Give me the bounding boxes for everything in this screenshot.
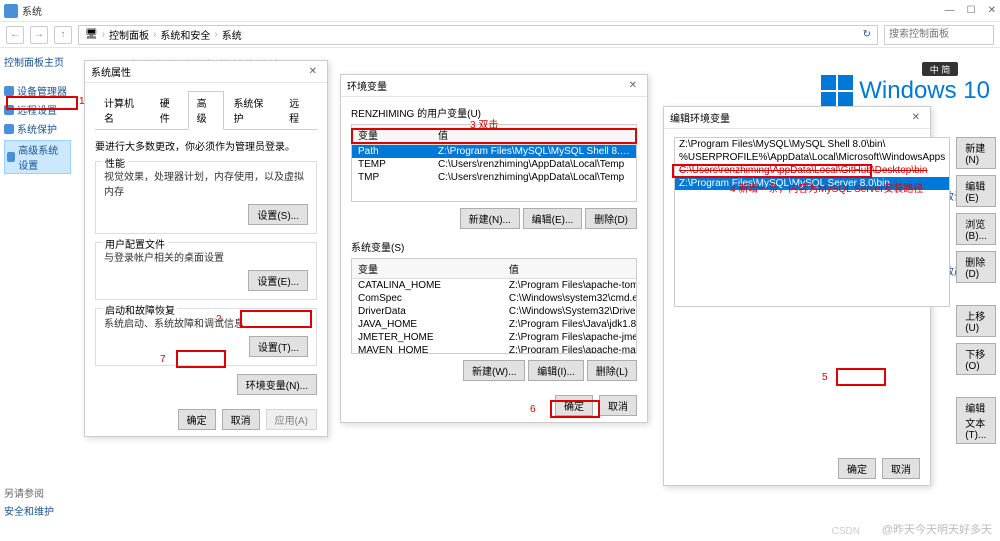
sys-vars-list[interactable]: 变量值 CATALINA_HOMEZ:\Program Files\apache… <box>351 258 637 354</box>
env-vars-button[interactable]: 环境变量(N)... <box>237 374 317 395</box>
shield-icon <box>7 152 15 162</box>
search-input[interactable] <box>884 25 994 45</box>
ok-button[interactable]: 确定 <box>178 409 216 430</box>
breadcrumb[interactable]: 🖥› 控制面板› 系统和安全› 系统 ↻ <box>78 25 878 45</box>
windows-icon <box>821 75 853 107</box>
shield-icon <box>4 105 14 115</box>
minimize-icon[interactable]: — <box>945 5 955 16</box>
env-vars-dialog: 环境变量 ✕ RENZHIMING 的用户变量(U) 变量值 PathZ:\Pro… <box>340 74 648 423</box>
table-row[interactable]: MAVEN_HOMEZ:\Program Files\apache-maven-… <box>352 344 637 354</box>
security-link[interactable]: 安全和维护 <box>4 503 54 518</box>
sidebar-item-remote[interactable]: 远程设置 <box>4 102 71 117</box>
tab-advanced[interactable]: 高级 <box>188 91 225 130</box>
cancel-button[interactable]: 取消 <box>882 458 920 479</box>
user-new-button[interactable]: 新建(N)... <box>460 208 520 229</box>
list-item[interactable]: %USERPROFILE%\AppData\Local\Microsoft\Wi… <box>675 151 949 164</box>
perf-group: 性能 视觉效果，处理器计划，内存使用，以及虚拟内存 设置(S)... <box>95 161 317 234</box>
table-row[interactable]: TEMPC:\Users\renzhiming\AppData\Local\Te… <box>352 158 636 171</box>
path-new-button[interactable]: 新建(N) <box>956 137 996 169</box>
edit-path-dialog: 编辑环境变量✕ Z:\Program Files\MySQL\MySQL She… <box>663 106 931 486</box>
nav-back-icon[interactable]: ← <box>6 26 24 44</box>
see-also-label: 另请参阅 <box>4 485 54 500</box>
nav-up-icon[interactable]: ↑ <box>54 26 72 44</box>
path-up-button[interactable]: 上移(U) <box>956 305 996 337</box>
cancel-button[interactable]: 取消 <box>222 409 260 430</box>
user-del-button[interactable]: 删除(D) <box>585 208 637 229</box>
table-row[interactable]: JMETER_HOMEZ:\Program Files\apache-jmete… <box>352 331 637 344</box>
window-titlebar: 系统 — ☐ ✕ <box>0 0 1000 22</box>
sidebar-item-advanced[interactable]: 高级系统设置 <box>4 140 71 174</box>
profiles-group: 用户配置文件 与登录帐户相关的桌面设置 设置(E)... <box>95 242 317 300</box>
user-edit-button[interactable]: 编辑(E)... <box>523 208 583 229</box>
window-title: 系统 <box>22 3 945 18</box>
path-down-button[interactable]: 下移(O) <box>956 343 996 375</box>
admin-note: 要进行大多数更改，你必须作为管理员登录。 <box>95 138 317 153</box>
sidebar-item-protection[interactable]: 系统保护 <box>4 121 71 136</box>
bc-0[interactable]: 控制面板 <box>109 27 149 42</box>
close-icon[interactable]: ✕ <box>988 5 996 16</box>
tab-name[interactable]: 计算机名 <box>95 91 151 129</box>
path-edit-text-button[interactable]: 编辑文本(T)... <box>956 397 996 444</box>
table-row[interactable]: ComSpecC:\Windows\system32\cmd.exe <box>352 292 637 305</box>
user-vars-list[interactable]: 变量值 PathZ:\Program Files\MySQL\MySQL She… <box>351 124 637 202</box>
list-item[interactable]: C:\Users\renzhiming\AppData\Local\GitHub… <box>675 164 949 177</box>
tabs: 计算机名 硬件 高级 系统保护 远程 <box>95 91 317 130</box>
sidebar-item-device-mgr[interactable]: 设备管理器 <box>4 83 71 98</box>
nav-forward-icon[interactable]: → <box>30 26 48 44</box>
bc-root: 🖥 <box>85 29 98 40</box>
sys-vars-label: 系统变量(S) <box>351 239 637 254</box>
table-row[interactable]: CATALINA_HOMEZ:\Program Files\apache-tom… <box>352 279 637 293</box>
ok-button[interactable]: 确定 <box>838 458 876 479</box>
shield-icon <box>4 86 14 96</box>
list-item[interactable]: Z:\Program Files\MySQL\MySQL Shell 8.0\b… <box>675 138 949 151</box>
app-icon <box>4 4 18 18</box>
refresh-icon[interactable]: ↻ <box>863 29 871 40</box>
table-row[interactable]: JAVA_HOMEZ:\Program Files\Java\jdk1.8.0_… <box>352 318 637 331</box>
author-watermark: @昨天今天明天好多天 <box>882 521 992 537</box>
close-icon[interactable]: ✕ <box>908 112 924 123</box>
ok-button[interactable]: 确定 <box>555 395 593 416</box>
navbar: ← → ↑ 🖥› 控制面板› 系统和安全› 系统 ↻ <box>0 22 1000 48</box>
bc-2[interactable]: 系统 <box>222 27 242 42</box>
cancel-button[interactable]: 取消 <box>599 395 637 416</box>
table-row[interactable]: DriverDataC:\Windows\System32\Drivers\Dr… <box>352 305 637 318</box>
list-item[interactable]: Z:\Program Files\MySQL\MySQL Server 8.0\… <box>675 177 949 190</box>
close-icon[interactable]: ✕ <box>305 66 321 77</box>
tab-protection[interactable]: 系统保护 <box>224 91 280 129</box>
sidebar: 控制面板主页 设备管理器 远程设置 系统保护 高级系统设置 <box>0 48 75 541</box>
maximize-icon[interactable]: ☐ <box>967 5 976 16</box>
footer-links: 另请参阅 安全和维护 <box>4 485 54 521</box>
bc-1[interactable]: 系统和安全 <box>160 27 210 42</box>
windows-logo: Windows 10 <box>821 75 990 107</box>
perf-settings-button[interactable]: 设置(S)... <box>248 204 308 225</box>
sidebar-home[interactable]: 控制面板主页 <box>4 54 71 69</box>
ime-indicator[interactable]: 中 简 <box>922 62 958 76</box>
tab-remote[interactable]: 远程 <box>280 91 317 129</box>
path-del-button[interactable]: 删除(D) <box>956 251 996 283</box>
sys-edit-button[interactable]: 编辑(I)... <box>528 360 584 381</box>
shield-icon <box>4 124 14 134</box>
apply-button[interactable]: 应用(A) <box>266 409 317 430</box>
dlg3-title: 编辑环境变量 <box>670 110 730 125</box>
path-edit-button[interactable]: 编辑(E) <box>956 175 996 207</box>
path-browse-button[interactable]: 浏览(B)... <box>956 213 996 245</box>
dlg2-title: 环境变量 <box>347 78 387 93</box>
table-row[interactable]: PathZ:\Program Files\MySQL\MySQL Shell 8… <box>352 145 636 159</box>
close-icon[interactable]: ✕ <box>625 80 641 91</box>
sys-new-button[interactable]: 新建(W)... <box>463 360 525 381</box>
user-vars-label: RENZHIMING 的用户变量(U) <box>351 105 637 120</box>
startup-settings-button[interactable]: 设置(T)... <box>249 336 308 357</box>
csdn-watermark: CSDN <box>832 526 860 537</box>
table-row[interactable]: TMPC:\Users\renzhiming\AppData\Local\Tem… <box>352 171 636 184</box>
path-list[interactable]: Z:\Program Files\MySQL\MySQL Shell 8.0\b… <box>674 137 950 307</box>
profiles-settings-button[interactable]: 设置(E)... <box>248 270 308 291</box>
tab-hw[interactable]: 硬件 <box>151 91 188 129</box>
startup-group: 启动和故障恢复 系统启动、系统故障和调试信息 设置(T)... <box>95 308 317 366</box>
dlg1-title: 系统属性 <box>91 64 131 79</box>
system-properties-dialog: 系统属性 ✕ 计算机名 硬件 高级 系统保护 远程 要进行大多数更改，你必须作为管… <box>84 60 328 437</box>
sys-del-button[interactable]: 删除(L) <box>587 360 637 381</box>
